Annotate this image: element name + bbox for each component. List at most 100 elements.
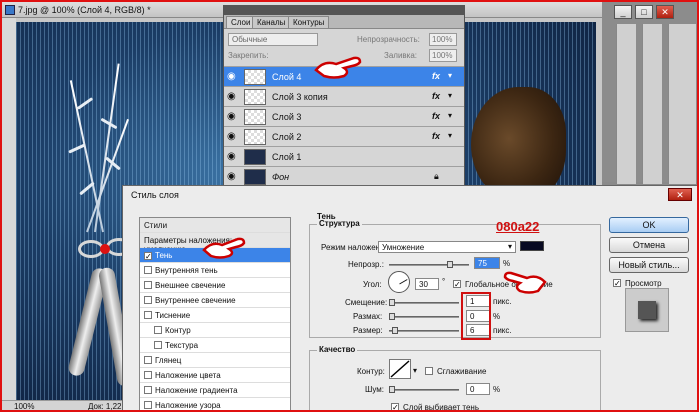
layer-row-3[interactable]: ◉ Слой 3 fx ▾	[224, 106, 464, 126]
layer-row-background[interactable]: ◉ Фон 🔒︎	[224, 166, 464, 186]
maximize-button[interactable]: □	[635, 5, 653, 19]
expand-arrow-icon[interactable]: ▾	[448, 131, 452, 140]
style-item-outer-glow[interactable]: Внешнее свечение	[140, 278, 290, 293]
style-item-bevel[interactable]: Тиснение	[140, 308, 290, 323]
eye-icon[interactable]: ◉	[227, 171, 239, 182]
shadow-color-swatch[interactable]	[520, 241, 544, 251]
lock-label: Закрепить:	[228, 51, 269, 60]
side-panel-strip	[668, 24, 696, 184]
fx-icon[interactable]: fx	[432, 71, 440, 81]
slider-knob[interactable]	[447, 261, 453, 268]
eye-icon[interactable]: ◉	[227, 111, 239, 122]
layer-opacity-field[interactable]: 100%	[429, 33, 457, 46]
eye-icon[interactable]: ◉	[227, 131, 239, 142]
style-item-pattern-overlay[interactable]: Наложение узора	[140, 398, 290, 410]
style-item-label: Глянец	[155, 356, 182, 365]
antialias-checkbox[interactable]	[425, 367, 433, 375]
zoom-level[interactable]: 100%	[14, 402, 34, 410]
size-slider[interactable]	[389, 327, 459, 334]
slider-knob[interactable]	[389, 386, 395, 393]
app-close-button[interactable]: ✕	[656, 5, 674, 19]
contour-picker[interactable]	[389, 359, 411, 379]
layers-panel-tabs: Слои Каналы Контуры	[224, 15, 464, 29]
distance-slider[interactable]	[389, 299, 459, 306]
layers-panel-header[interactable]	[224, 6, 464, 15]
style-item-label: Наложение градиента	[155, 386, 238, 395]
noise-field[interactable]: 0	[466, 383, 490, 395]
checkbox-icon[interactable]	[144, 371, 152, 379]
expand-arrow-icon[interactable]: ▾	[448, 71, 452, 80]
style-item-label: Внешнее свечение	[155, 281, 226, 290]
checkbox-icon[interactable]	[144, 386, 152, 394]
contour-label: Контур:	[357, 367, 385, 376]
minimize-button[interactable]: _	[614, 5, 632, 19]
layer-thumbnail	[244, 109, 266, 125]
tab-channels[interactable]: Каналы	[252, 16, 291, 28]
checkbox-icon[interactable]	[144, 296, 152, 304]
style-item-label: Внутреннее свечение	[155, 296, 236, 305]
fx-icon[interactable]: fx	[432, 111, 440, 121]
layer-thumbnail	[244, 69, 266, 85]
style-item-color-overlay[interactable]: Наложение цвета	[140, 368, 290, 383]
checkbox-icon[interactable]	[154, 341, 162, 349]
checkbox-icon[interactable]	[144, 311, 152, 319]
expand-arrow-icon[interactable]: ▾	[448, 111, 452, 120]
angle-field[interactable]: 30	[415, 278, 439, 290]
style-item-inner-glow[interactable]: Внутреннее свечение	[140, 293, 290, 308]
global-light-checkbox[interactable]: ✓	[453, 280, 461, 289]
eye-icon[interactable]: ◉	[227, 151, 239, 162]
layer-style-dialog: Стиль слоя ✕ Стили Параметры наложения: …	[122, 185, 697, 410]
layer-row-2[interactable]: ◉ Слой 2 fx ▾	[224, 126, 464, 146]
checkbox-icon[interactable]	[154, 326, 162, 334]
layer-row-3-copy[interactable]: ◉ Слой 3 копия fx ▾	[224, 86, 464, 106]
opacity-slider[interactable]	[389, 261, 469, 268]
dialog-close-button[interactable]: ✕	[668, 188, 692, 201]
layer-blend-mode-select[interactable]: Обычные	[228, 33, 318, 46]
noise-slider[interactable]	[389, 386, 459, 393]
preview-label: Просмотр	[625, 279, 662, 288]
styles-header[interactable]: Стили	[140, 218, 290, 233]
layers-panel: Слои Каналы Контуры Обычные Непрозрачнос…	[223, 5, 465, 187]
eye-icon[interactable]: ◉	[227, 91, 239, 102]
chevron-down-icon[interactable]: ▾	[413, 366, 417, 375]
layer-name: Слой 3	[272, 112, 302, 122]
distance-label: Смещение:	[345, 298, 388, 307]
checkbox-icon[interactable]	[144, 401, 152, 409]
slider-knob[interactable]	[389, 313, 395, 320]
slider-knob[interactable]	[389, 299, 395, 306]
fx-icon[interactable]: fx	[432, 131, 440, 141]
new-style-button[interactable]: Новый стиль...	[609, 257, 689, 273]
angle-dial-icon[interactable]	[388, 271, 410, 293]
checkbox-icon[interactable]	[144, 266, 152, 274]
blend-mode-select[interactable]: Умножение ▾	[378, 241, 516, 253]
tab-paths[interactable]: Контуры	[288, 16, 330, 28]
style-item-texture[interactable]: Текстура	[140, 338, 290, 353]
layer-name: Слой 3 копия	[272, 92, 328, 102]
eye-icon[interactable]: ◉	[227, 71, 239, 82]
style-item-inner-shadow[interactable]: Внутренняя тень	[140, 263, 290, 278]
style-item-satin[interactable]: Глянец	[140, 353, 290, 368]
knockout-checkbox[interactable]: ✓	[391, 403, 399, 410]
fx-icon[interactable]: fx	[432, 91, 440, 101]
spread-slider[interactable]	[389, 313, 459, 320]
checkbox-icon[interactable]	[144, 356, 152, 364]
style-item-gradient-overlay[interactable]: Наложение градиента	[140, 383, 290, 398]
leaf-decoration	[76, 97, 94, 110]
opacity-field[interactable]: 75	[474, 257, 500, 269]
app-side-area: _ □ ✕	[602, 2, 697, 184]
checkbox-icon[interactable]: ✓	[144, 252, 152, 261]
side-panel-strip	[616, 24, 636, 184]
fill-field[interactable]: 100%	[429, 49, 457, 62]
noise-label: Шум:	[365, 385, 384, 394]
expand-arrow-icon[interactable]: ▾	[448, 91, 452, 100]
cancel-button[interactable]: Отмена	[609, 237, 689, 253]
size-unit: пикс.	[493, 326, 512, 335]
style-item-contour[interactable]: Контур	[140, 323, 290, 338]
preview-square	[638, 301, 656, 319]
checkbox-icon[interactable]	[144, 281, 152, 289]
size-label: Размер:	[353, 326, 383, 335]
preview-checkbox[interactable]: ✓	[613, 279, 621, 288]
layer-row-1[interactable]: ◉ Слой 1	[224, 146, 464, 166]
slider-knob[interactable]	[392, 327, 398, 334]
ok-button[interactable]: OK	[609, 217, 689, 233]
